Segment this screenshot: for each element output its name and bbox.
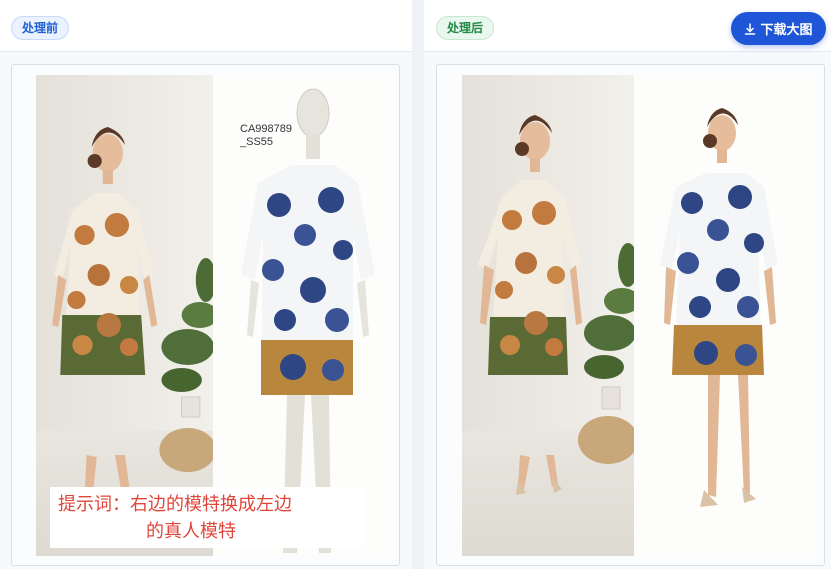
real-model-photo (36, 75, 213, 556)
before-image[interactable]: CA998789 _SS55 提示词：右边的模特换成左边 的真人模特 (36, 75, 390, 556)
after-panel-header: 处理后 下载大图 (424, 0, 831, 52)
real-model-photo-after (462, 75, 634, 556)
download-button[interactable]: 下载大图 (731, 12, 826, 45)
prompt-caption: 提示词：右边的模特换成左边 的真人模特 (50, 487, 365, 548)
after-badge: 处理后 (436, 16, 495, 40)
before-panel-header: 处理前 (0, 0, 412, 52)
before-badge: 处理前 (11, 16, 70, 40)
after-image-frame (436, 64, 825, 566)
before-image-frame: CA998789 _SS55 提示词：右边的模特换成左边 的真人模特 (11, 64, 400, 566)
sku-label: CA998789 _SS55 (240, 123, 292, 148)
after-image[interactable] (462, 75, 816, 556)
download-label: 下载大图 (760, 23, 813, 38)
generated-model-photo (634, 75, 816, 556)
download-icon (745, 22, 756, 35)
plant-illustration-after (578, 243, 634, 464)
plant-illustration (159, 258, 213, 472)
prompt-caption-line1: 提示词：右边的模特换成左边 (58, 494, 292, 515)
after-panel: 处理后 下载大图 (424, 0, 831, 569)
prompt-caption-line2: 的真人模特 (146, 521, 236, 542)
before-panel: 处理前 CA998789 _SS55 提示词：右边的模特换成左边 的真人模特 (0, 0, 412, 569)
